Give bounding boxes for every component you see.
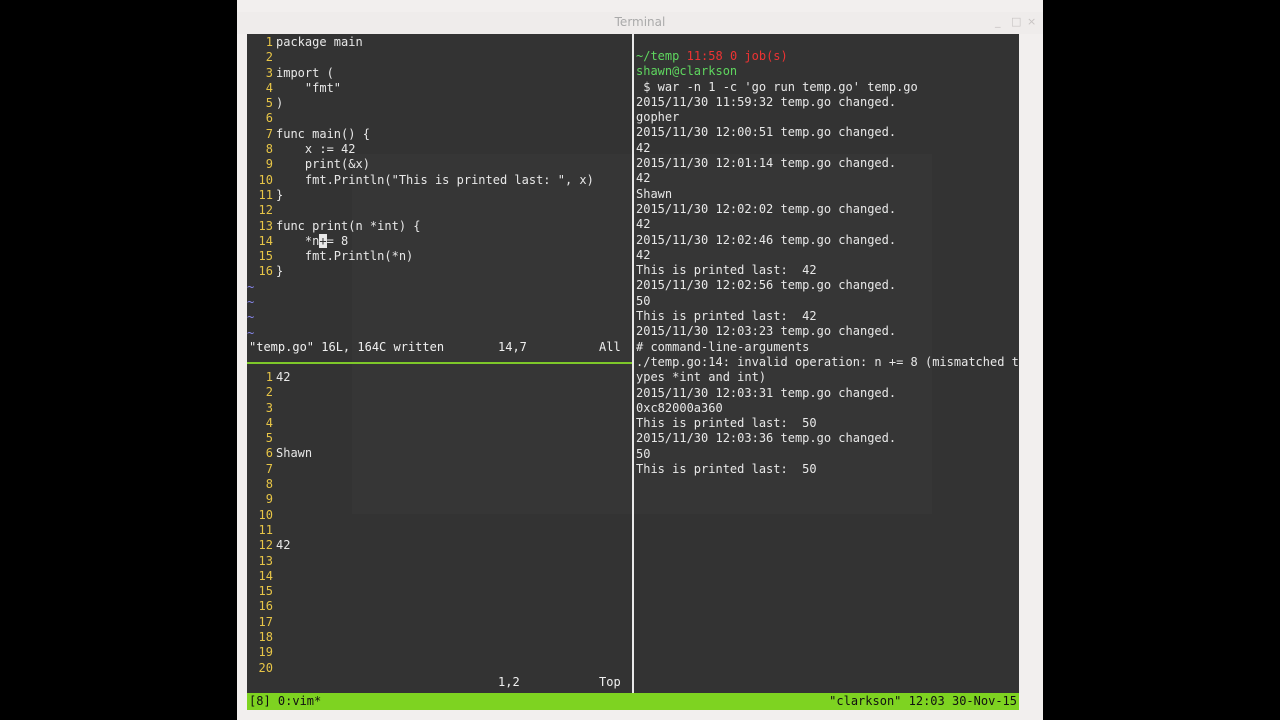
shell-command: $ war -n 1 -c 'go run temp.go' temp.go [636,79,918,94]
terminal-window: Terminal _ □ × 1 package main 2 3 import (… [237,0,1043,720]
output-line: 12 42 [258,538,291,553]
shell-output-line: 2015/11/30 12:00:51 temp.go changed. [636,125,897,140]
code-line: 5) [265,96,284,111]
shell-output-line: This is printed last: 42 [636,309,817,324]
scroll-indicator: Top [599,675,621,689]
prompt-user-host: shawn@clarkson [636,64,738,79]
code-line: 3 import ( [265,65,334,80]
output-line: 3 [265,400,273,415]
shell-output-line: 50 [636,293,651,308]
output-line: 10 [258,507,273,522]
code-line: 15 fmt.Println(*n) [258,249,414,264]
shell-output-line: 2015/11/30 12:03:23 temp.go changed. [636,324,897,339]
empty-line-marker: ~ [247,279,255,294]
cursor-position: 14,7 [498,340,527,354]
title-bar[interactable]: Terminal _ □ × [237,12,1043,34]
output-line: 15 [258,584,273,599]
shell-output-line: 2015/11/30 12:02:46 temp.go changed. [636,232,897,247]
shell-output-line: 42 [636,140,651,155]
output-line: 20 [258,660,273,675]
output-line: 16 [258,599,273,614]
code-line: 13 func print(n *int) { [258,218,421,233]
prompt-cwd: ~/temp [636,49,680,63]
shell-output-line: # command-line-arguments [636,339,810,354]
output-line: 2 [265,385,273,400]
shell-output-line: 2015/11/30 12:03:31 temp.go changed. [636,385,897,400]
code-line: 7 func main() { [265,126,370,141]
code-line: 1 package main [265,35,363,49]
output-line: 11 [258,522,273,537]
shell-output-line: 42 [636,247,651,262]
close-button[interactable]: × [1027,15,1036,28]
code-line: 12 [258,203,273,218]
output-line: 19 [258,645,273,660]
shell-output-line: 42 [636,217,651,232]
output-line: 9 [265,492,273,507]
vim-editor-pane[interactable]: 1 package main 2 3 import ( 4 "fmt" 5) 6 7… [247,34,632,362]
prompt-time-jobs: 11:58 0 job(s) [686,49,788,63]
code-line: 4 "fmt" [265,80,342,95]
code-line: 16} [258,264,284,279]
empty-line-marker: ~ [247,295,255,310]
pane-divider-horizontal[interactable] [247,362,632,364]
vim-output-pane[interactable]: 1 42 2 3 4 5 6 Shawn 7 8 9 10 11 12 42 13 1… [247,369,632,693]
cursor-position: 1,2 [498,675,520,689]
window-title: Terminal [614,15,666,29]
shell-output-line: 42 [636,171,651,186]
empty-line-marker: ~ [247,310,255,325]
output-line: 1 42 [265,370,291,384]
output-line: 13 [258,553,273,568]
shell-output-line: ./temp.go:14: invalid operation: n += 8 … [636,354,1019,369]
output-line: 7 [265,461,273,476]
output-line: 5 [265,431,273,446]
shell-output-line: 2015/11/30 12:02:56 temp.go changed. [636,278,897,293]
terminal-area[interactable]: 1 package main 2 3 import ( 4 "fmt" 5) 6 7… [247,34,1019,710]
shell-output-line: ypes *int and int) [636,370,767,385]
code-line: 10 fmt.Println("This is printed last: ",… [258,172,594,187]
shell-output-line: 2015/11/30 11:59:32 temp.go changed. [636,94,897,109]
output-line: 17 [258,614,273,629]
code-line: 2 [265,50,273,65]
output-line: 6 Shawn [265,446,313,461]
output-line: 18 [258,630,273,645]
tmux-window-list[interactable]: [8] 0:vim* [249,693,321,710]
tmux-host-clock: "clarkson" 12:03 30-Nov-15 [829,694,1017,708]
scroll-indicator: All [599,340,621,354]
shell-output-line: This is printed last: 50 [636,462,817,477]
prompt-line: ~/temp 11:58 0 job(s) [636,49,1019,64]
shell-output-line: This is printed last: 42 [636,263,817,278]
shell-output-line: 50 [636,446,651,461]
code-line: 11} [258,187,284,202]
shell-pane[interactable]: ~/temp 11:58 0 job(s) shawn@clarkson $ w… [636,49,1019,693]
pane-divider-vertical[interactable] [632,34,634,693]
output-line: 8 [265,477,273,492]
code-line: 6 [265,111,273,126]
maximize-button[interactable]: □ [1011,15,1021,28]
code-line: 8 x := 42 [265,142,356,157]
output-line: 14 [258,568,273,583]
text-cursor: + [319,233,327,248]
shell-output-line: 2015/11/30 12:01:14 temp.go changed. [636,156,897,171]
shell-output-line: 2015/11/30 12:02:02 temp.go changed. [636,201,897,216]
output-line: 4 [265,415,273,430]
shell-output-line: This is printed last: 50 [636,416,817,431]
shell-output-line: 2015/11/30 12:03:36 temp.go changed. [636,431,897,446]
shell-output-line: 0xc82000a360 [636,400,723,415]
minimize-button[interactable]: _ [995,15,1001,28]
code-line-cursor: 14 *n+= 8 [258,233,349,248]
empty-line-marker: ~ [247,325,255,340]
shell-output-line: gopher [636,110,680,125]
shell-output-line: Shawn [636,186,673,201]
code-line: 9 print(&x) [265,157,370,172]
tmux-status-bar: [8] 0:vim* "clarkson" 12:03 30-Nov-15 [247,693,1019,710]
vim-message-line: "temp.go" 16L, 164C written [249,340,445,354]
